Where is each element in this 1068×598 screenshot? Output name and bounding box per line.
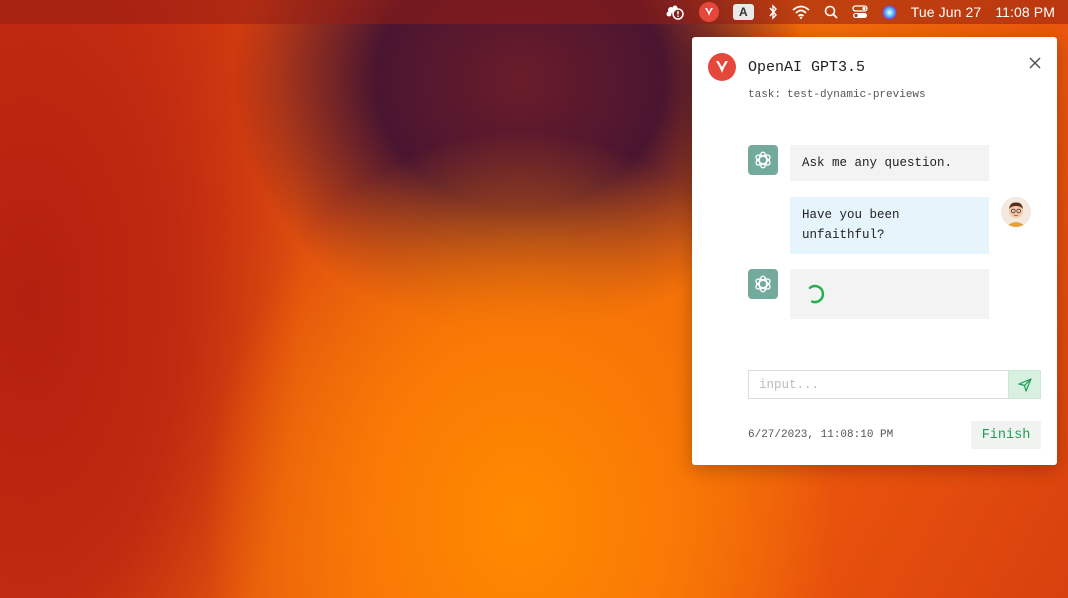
app-logo-icon xyxy=(708,53,736,81)
timestamp: 6/27/2023, 11:08:10 PM xyxy=(748,429,894,441)
bubbles-alert-icon[interactable] xyxy=(665,0,685,24)
siri-icon[interactable] xyxy=(882,0,897,24)
loading-spinner-icon xyxy=(804,283,826,312)
task-value: test-dynamic-previews xyxy=(787,89,926,101)
app-logo-icon[interactable] xyxy=(698,0,719,24)
panel-header: OpenAI GPT3.5 xyxy=(708,53,865,81)
wifi-icon[interactable] xyxy=(792,0,810,24)
menubar-date[interactable]: Tue Jun 27 xyxy=(911,4,982,20)
user-avatar xyxy=(1001,197,1031,227)
message-composer xyxy=(748,370,1041,399)
user-message: Have you been unfaithful? xyxy=(790,197,989,254)
search-icon[interactable] xyxy=(824,0,838,24)
message-input[interactable] xyxy=(748,370,1008,399)
close-icon[interactable] xyxy=(1027,55,1043,71)
send-button[interactable] xyxy=(1008,370,1041,399)
menu-bar: A Tue Jun 27 11:08 PM xyxy=(0,0,1068,24)
assistant-message-loading xyxy=(790,269,989,319)
input-source-icon[interactable]: A xyxy=(732,0,754,24)
bluetooth-icon[interactable] xyxy=(768,0,778,24)
task-label: task: xyxy=(748,89,782,101)
chat-panel: OpenAI GPT3.5 task: test-dynamic-previews… xyxy=(692,37,1057,465)
page-title: OpenAI GPT3.5 xyxy=(748,58,866,76)
finish-button[interactable]: Finish xyxy=(971,421,1041,449)
send-icon xyxy=(1017,377,1032,392)
task-info: task: test-dynamic-previews xyxy=(748,89,926,101)
openai-avatar-icon xyxy=(748,269,778,299)
menubar-time[interactable]: 11:08 PM xyxy=(995,4,1055,20)
assistant-message: Ask me any question. xyxy=(790,145,989,181)
control-center-icon[interactable] xyxy=(852,0,868,24)
openai-avatar-icon xyxy=(748,145,778,175)
